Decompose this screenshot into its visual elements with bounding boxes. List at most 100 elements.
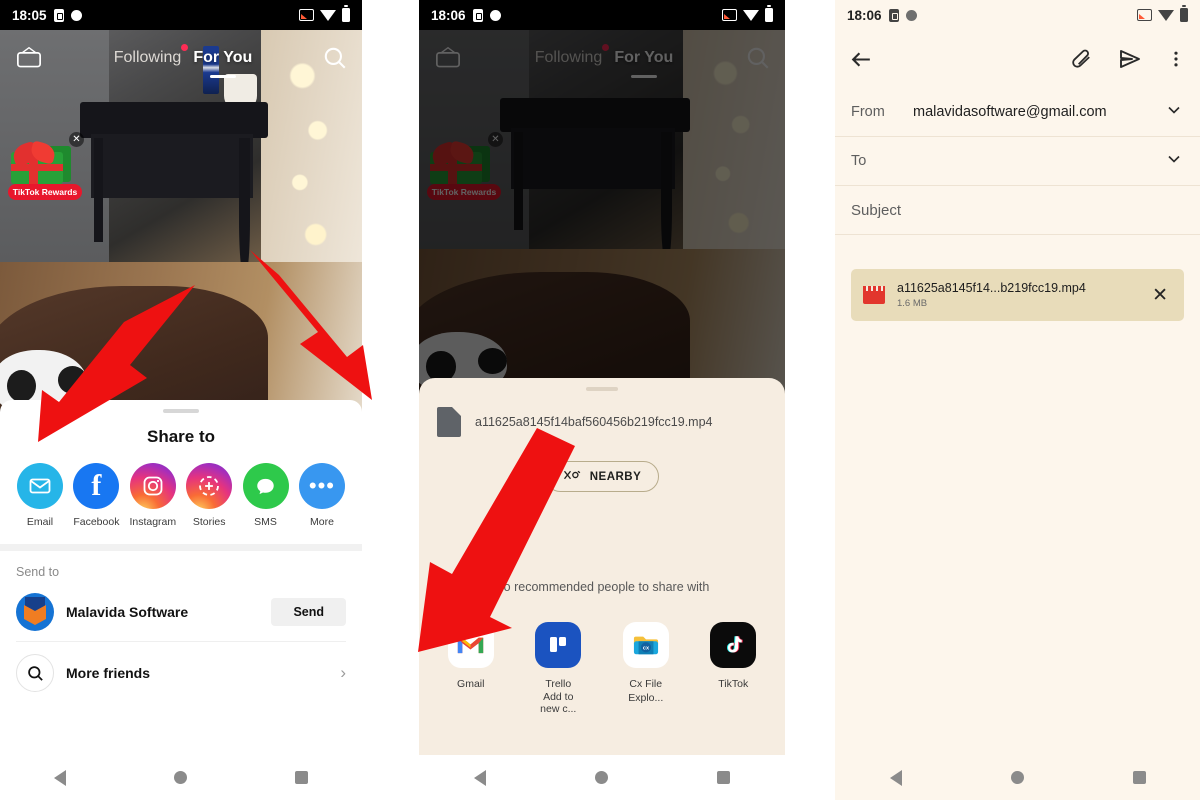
share-target-label: Facebook: [73, 516, 120, 528]
share-target-more[interactable]: ••• More: [296, 463, 348, 528]
sheet-grabber[interactable]: [163, 409, 199, 413]
notification-dot-icon: [489, 9, 501, 21]
sms-icon: [242, 463, 289, 509]
status-bar-right: [722, 5, 773, 22]
recents-square-icon[interactable]: [1132, 771, 1146, 784]
share-target-instagram[interactable]: Instagram: [127, 463, 179, 528]
share-target-facebook[interactable]: f Facebook: [70, 463, 122, 528]
status-bar: 18:06: [419, 0, 785, 30]
tiktok-feed-tabs: Following For You: [44, 44, 322, 78]
app-target-label: Cx File Explo...: [628, 678, 664, 705]
chevron-down-icon[interactable]: [1164, 149, 1184, 174]
recents-square-icon[interactable]: [717, 771, 731, 784]
more-vertical-icon[interactable]: [1166, 48, 1186, 70]
app-target-label: TikTok: [718, 678, 749, 690]
video-cat-spot: [57, 366, 87, 394]
screenshot-stage: 18:05 Following For You ✕ TikTok Rewards…: [0, 0, 1200, 800]
home-circle-icon[interactable]: [594, 771, 608, 784]
gmail-icon: [447, 622, 494, 668]
avatar: [16, 593, 54, 631]
back-triangle-icon[interactable]: [473, 769, 486, 786]
tiktok-share-sheet: Share to Email f Facebook Instagram Stor…: [0, 400, 362, 755]
file-icon: [437, 407, 461, 437]
share-target-label: More: [309, 516, 334, 528]
notification-dot-icon: [70, 9, 82, 21]
app-target-trello[interactable]: Trello Add to new c...: [533, 622, 585, 715]
paperclip-icon[interactable]: [1071, 48, 1094, 71]
to-field[interactable]: To: [835, 137, 1200, 186]
android-share-sheet: a11625a8145f14baf560456b219fcc19.mp4 NEA…: [419, 378, 785, 755]
app-target-label: Gmail: [457, 678, 485, 690]
recents-square-icon[interactable]: [295, 771, 308, 784]
app-target-tiktok[interactable]: TikTok: [708, 622, 760, 715]
tiktok-video[interactable]: Following For You ✕ TikTok Rewards: [0, 30, 362, 430]
search-icon[interactable]: [322, 45, 348, 71]
status-bar: 18:05: [0, 0, 362, 30]
contact-row[interactable]: Malavida Software Send: [0, 587, 362, 641]
app-target-gmail[interactable]: Gmail: [445, 622, 497, 715]
status-time: 18:06: [847, 7, 882, 23]
share-target-stories[interactable]: Stories: [183, 463, 235, 528]
app-target-cx-file-explorer[interactable]: cx Cx File Explo...: [620, 622, 672, 715]
send-to-heading: Send to: [16, 565, 60, 579]
more-friends-row[interactable]: More friends ›: [0, 642, 362, 702]
instagram-icon: [129, 463, 176, 509]
lock-icon: [53, 8, 64, 22]
svg-text:cx: cx: [643, 646, 650, 652]
send-icon[interactable]: [1118, 47, 1142, 71]
wifi-icon: [743, 9, 759, 21]
tiktok-video-dimmed: Following For You ✕: [419, 30, 785, 408]
tab-active-underline: [209, 75, 236, 78]
live-icon[interactable]: [14, 46, 44, 70]
attachment-info: a11625a8145f14...b219fcc19.mp4 1.6 MB: [897, 281, 1136, 309]
nearby-share-button[interactable]: NEARBY: [544, 461, 660, 492]
home-circle-icon[interactable]: [174, 771, 187, 784]
attachment-size: 1.6 MB: [897, 298, 928, 309]
home-circle-icon[interactable]: [1010, 771, 1024, 784]
from-field[interactable]: From malavidasoftware@gmail.com: [835, 88, 1200, 137]
share-target-email[interactable]: Email: [14, 463, 66, 528]
app-target-label: Trello: [545, 678, 572, 690]
battery-icon: [342, 5, 350, 22]
remove-attachment-icon[interactable]: ✕: [1148, 284, 1172, 307]
compose-toolbar: [835, 30, 1200, 88]
tab-for-you[interactable]: For You: [193, 49, 252, 78]
panel-android-share: 18:06 a11625a8145f14baf560456b219fcc19.m…: [419, 0, 785, 800]
tab-following[interactable]: Following: [113, 44, 189, 67]
share-target-sms[interactable]: SMS: [240, 463, 292, 528]
attachment-chip[interactable]: a11625a8145f14...b219fcc19.mp4 1.6 MB ✕: [851, 269, 1184, 321]
send-button[interactable]: Send: [271, 598, 346, 626]
trello-icon: [535, 622, 582, 668]
scrim-overlay: [419, 30, 785, 408]
subject-field[interactable]: Subject: [835, 186, 1200, 235]
app-target-sublabel: Add to new c...: [540, 691, 577, 716]
tiktok-rewards-badge[interactable]: ✕ TikTok Rewards: [8, 132, 84, 200]
chevron-down-icon[interactable]: [1164, 100, 1184, 125]
cx-file-explorer-icon: cx: [622, 622, 669, 668]
status-time: 18:05: [12, 7, 47, 23]
more-friends-label: More friends: [66, 665, 151, 681]
panel-tiktok-share: 18:05 Following For You ✕ TikTok Rewards…: [0, 0, 362, 800]
tab-following-label: Following: [113, 49, 182, 66]
share-target-label: Instagram: [129, 516, 177, 528]
video-table-leg-left: [94, 138, 103, 242]
back-triangle-icon[interactable]: [54, 769, 66, 786]
cast-icon: [1137, 9, 1152, 21]
back-triangle-icon[interactable]: [889, 769, 902, 786]
tab-following-badge-dot: [181, 44, 189, 51]
nearby-label: NEARBY: [589, 470, 642, 483]
chevron-right-icon: ›: [340, 663, 346, 682]
tiktok-icon: [710, 622, 757, 668]
stories-icon: [186, 463, 233, 509]
shared-file-name: a11625a8145f14baf560456b219fcc19.mp4: [475, 415, 713, 429]
more-icon: •••: [298, 463, 345, 509]
search-icon: [16, 654, 54, 692]
share-target-label: Email: [26, 516, 54, 528]
status-time: 18:06: [431, 7, 466, 23]
video-table-drawer: [90, 134, 254, 198]
cast-icon: [299, 9, 314, 21]
back-arrow-icon[interactable]: [849, 47, 874, 72]
android-nav-bar: [419, 755, 785, 800]
battery-icon: [1180, 5, 1188, 22]
from-label: From: [851, 104, 885, 120]
